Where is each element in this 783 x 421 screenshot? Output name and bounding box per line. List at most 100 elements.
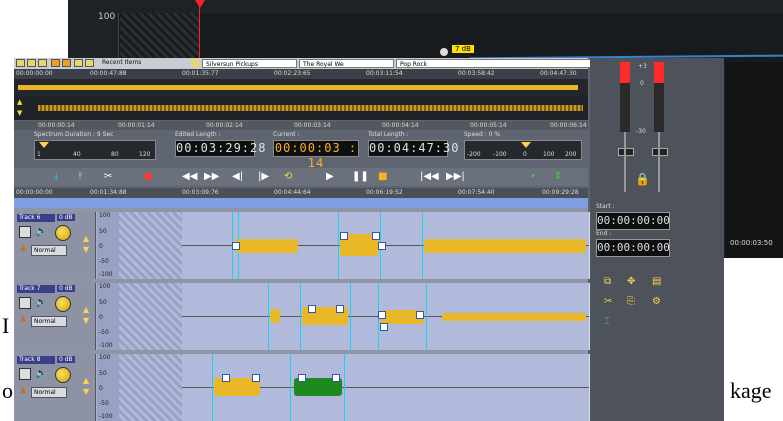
envelope-handle[interactable] [308,305,316,313]
previous-icon[interactable]: ◀| [232,171,243,182]
track-lane[interactable] [182,212,589,279]
play-icon[interactable]: ▶ [326,171,334,182]
top-ruler-tick: 00:01:35:77 [182,70,219,77]
split-icon[interactable]: ⫯ [78,171,82,182]
blend-mode-select[interactable]: Normal [31,316,67,327]
recent-items-label[interactable]: Recent Items [102,59,141,66]
properties-icon[interactable]: ⚙ [652,296,661,307]
top-ruler-tick: 00:04:47:30 [540,70,577,77]
cue-line [338,212,339,279]
speaker-icon[interactable]: 🔈 [35,297,47,308]
file-select-3[interactable]: Pop Rock [396,59,594,68]
envelope-handle[interactable] [378,311,386,319]
track-down-arrow-icon[interactable]: ▼ [83,387,89,396]
fader-left[interactable] [618,148,634,156]
scale-label: -50 [99,329,109,336]
overview-waveform[interactable] [14,79,588,96]
audio-clip[interactable] [236,239,298,253]
split-marker-icon[interactable]: ⌶ [604,316,610,327]
blend-mode-select[interactable]: Normal [31,387,67,398]
edited-length-label: Edited Length : [175,131,221,138]
fader-track-right [658,132,660,192]
record-icon[interactable]: ● [144,171,153,182]
track-lock-button[interactable] [19,226,31,238]
marker-icon[interactable] [74,59,83,67]
scissors-icon[interactable]: ✂ [604,296,612,307]
track-lane[interactable] [182,283,589,350]
envelope-handle[interactable] [252,374,260,382]
track-up-arrow-icon[interactable]: ▲ [83,234,89,243]
envelope-handle[interactable] [336,305,344,313]
audio-clip[interactable] [442,313,586,321]
volume-knob[interactable] [55,296,71,312]
redo-icon[interactable] [62,59,71,67]
spectrum-slider[interactable]: 1 40 80 120 [34,140,156,160]
speed-tick: 100 [543,151,555,158]
loop-play-icon[interactable]: ⟲ [284,171,292,182]
zoom-fit-icon[interactable]: ⇕ [554,171,562,182]
background-playhead-marker [195,0,205,8]
snap-icon[interactable]: • [530,171,536,182]
save-icon[interactable] [16,59,25,67]
cue-icon[interactable]: ⤓ [54,171,58,182]
audio-clip[interactable] [424,239,586,253]
audio-clip[interactable] [270,309,280,323]
envelope-handle[interactable] [298,374,306,382]
track-up-arrow-icon[interactable]: ▲ [83,305,89,314]
speaker-icon[interactable]: 🔈 [35,226,47,237]
envelope-handle[interactable] [416,311,424,319]
spectrum-slider-thumb[interactable] [39,142,49,148]
detail-waveform[interactable]: ▲ ▼ [14,96,588,120]
copy-icon[interactable]: ⧉ [604,276,611,287]
file-select-2[interactable]: The Royal We [299,59,394,68]
pause-icon[interactable]: ❚❚ [352,171,369,182]
rewind-icon[interactable]: ◀◀ [182,171,197,182]
end-label: End : [596,230,612,237]
fader-track-left [624,132,626,192]
cue-line [350,283,351,350]
envelope-handle[interactable] [378,242,386,250]
scroll-up-icon[interactable]: ▲ [17,98,22,106]
track-lock-button[interactable] [19,297,31,309]
skip-end-icon[interactable]: ▶▶| [446,171,465,182]
document-icon[interactable]: ▤ [652,276,661,287]
clip-icon [191,59,199,67]
move-icon[interactable]: ✥ [627,276,635,287]
fader-right[interactable] [652,148,668,156]
speaker-icon[interactable]: 🔈 [35,368,47,379]
next-icon[interactable]: |▶ [258,171,269,182]
save-as-icon[interactable] [27,59,36,67]
undo-icon[interactable] [51,59,60,67]
track-down-arrow-icon[interactable]: ▼ [83,245,89,254]
envelope-handle[interactable] [332,374,340,382]
stop-icon[interactable]: ■ [378,171,387,182]
envelope-handle[interactable] [340,232,348,240]
scale-label: 0 [99,243,103,250]
envelope-handle[interactable] [372,232,380,240]
envelope-handle[interactable] [222,374,230,382]
fast-forward-icon[interactable]: ▶▶ [204,171,219,182]
lock-icon[interactable]: 🔒 [635,172,650,186]
track-7: Track 7 0 dB 🔈 ▲ ▼ ♟ Normal 100 50 0 -50… [15,283,603,350]
cut-icon[interactable]: ✂ [104,171,112,182]
total-length-counter: 00:04:47:30 [368,140,460,157]
cue-line [426,283,427,350]
open-icon[interactable] [38,59,47,67]
skip-start-icon[interactable]: |◀◀ [420,171,439,182]
track-up-arrow-icon[interactable]: ▲ [83,376,89,385]
envelope-handle[interactable] [380,323,388,331]
file-select-1[interactable]: Silversun Pickups [202,59,297,68]
paste-icon[interactable]: ⎘ [627,296,635,307]
track-down-arrow-icon[interactable]: ▼ [83,316,89,325]
speed-slider-thumb[interactable] [521,142,531,148]
speed-slider[interactable]: -200 -100 0 100 200 [464,140,582,160]
top-ruler-tick: 00:00:00:00 [16,70,53,77]
track-lock-button[interactable] [19,368,31,380]
loop-icon[interactable] [85,59,94,67]
scroll-down-icon[interactable]: ▼ [17,109,22,117]
track-lane[interactable] [182,354,589,421]
envelope-handle[interactable] [232,242,240,250]
volume-knob[interactable] [55,367,71,383]
blend-mode-select[interactable]: Normal [31,245,67,256]
volume-knob[interactable] [55,225,71,241]
